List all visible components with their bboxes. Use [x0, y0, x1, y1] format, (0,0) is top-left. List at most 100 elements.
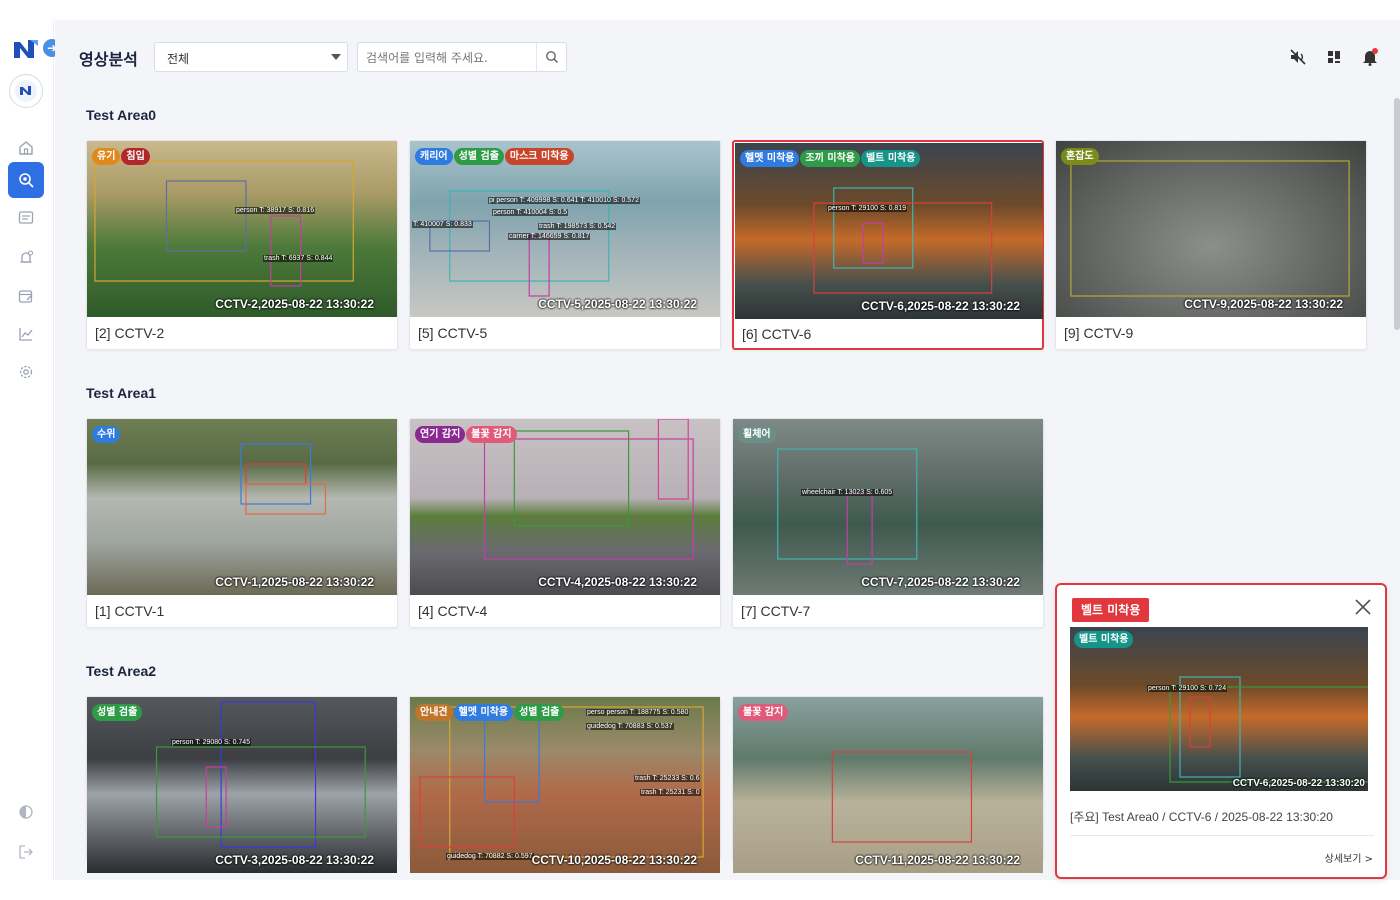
event-tag: 안내견: [415, 704, 453, 721]
area-title: Test Area2: [86, 663, 157, 679]
divider: [1070, 835, 1374, 836]
logo-icon[interactable]: [12, 36, 40, 62]
detection-label: trash T: 198573 S: 0.542: [538, 223, 617, 230]
detection-overlay: [1070, 160, 1350, 297]
camera-timestamp: CCTV-6,2025-08-22 13:30:22: [861, 299, 1020, 313]
detection-box: [513, 430, 630, 527]
nav-logout[interactable]: [8, 834, 44, 870]
camera-label: [5] CCTV-5: [418, 325, 488, 341]
camera-card[interactable]: wheelchair T: 13023 S: 0.605 휠체어 CCTV-7,20…: [732, 418, 1044, 628]
nav-schedule[interactable]: [8, 278, 44, 314]
mute-icon[interactable]: [1288, 47, 1308, 67]
event-tag: 조끼 미착용: [800, 150, 860, 167]
event-tag: 헬멧 미착용: [453, 704, 514, 721]
detection-box: [528, 235, 550, 297]
camera-timestamp: CCTV-7,2025-08-22 13:30:22: [861, 575, 1020, 589]
event-tag: 성별 검출: [514, 704, 565, 721]
settings-icon: [19, 365, 33, 379]
detection-overlay: [155, 701, 366, 848]
camera-card[interactable]: person T: 38917 S: 0.816 trash T: 6937 S:…: [86, 140, 398, 350]
event-tags: 캐리어 성별 검출 마스크 미착용: [415, 148, 575, 167]
event-tag: 불꽃 감지: [466, 426, 517, 443]
nav-chart[interactable]: [8, 316, 44, 352]
top-bar: 영상분석 전체: [55, 20, 1400, 94]
nav-alarm[interactable]: [8, 240, 44, 276]
camera-thumbnail[interactable]: 불꽃 감지 CCTV-11,2025-08-22 13:30:22: [733, 697, 1043, 873]
event-tags: 유기 침입: [92, 148, 151, 167]
detection-overlay: [813, 187, 993, 294]
detection-box: [1169, 686, 1368, 783]
search-input[interactable]: [366, 48, 526, 68]
detection-overlay: [831, 751, 973, 843]
detection-label: trash T: 25233 S: 0.6: [634, 775, 701, 782]
detection-label: guidedog T: 70882 S: 0.597: [446, 853, 534, 860]
detection-label: trash T: 25231 S: 0: [640, 789, 701, 796]
detection-box: [270, 215, 302, 287]
camera-thumbnail[interactable]: perso person T: 188775 S: 0.580 guidedog …: [410, 697, 720, 873]
event-tag: 침입: [121, 148, 150, 165]
camera-card[interactable]: person T: 29080 S: 0.745 성별 검출 CCTV-3,2025…: [86, 696, 398, 873]
camera-timestamp: CCTV-3,2025-08-22 13:30:22: [215, 853, 374, 867]
detection-box: [155, 746, 366, 838]
camera-timestamp: CCTV-9,2025-08-22 13:30:22: [1184, 297, 1343, 311]
event-tags: 안내견 헬멧 미착용 성별 검출: [415, 704, 565, 723]
event-tag: 성별 검출: [453, 148, 504, 165]
detection-box: [657, 419, 689, 500]
list-icon: [18, 211, 34, 224]
nav-list[interactable]: [8, 200, 44, 236]
camera-thumbnail[interactable]: person T: 410004 S: 0.5 pi person T: 4099…: [410, 141, 720, 317]
detection-box: [813, 202, 993, 294]
event-tags: 휠체어: [738, 426, 777, 445]
nav-home[interactable]: [8, 130, 44, 166]
camera-thumbnail[interactable]: 수위 CCTV-1,2025-08-22 13:30:22: [87, 419, 397, 595]
avatar[interactable]: [9, 74, 43, 108]
chevron-down-icon: [331, 54, 341, 60]
alert-thumbnail[interactable]: 벨트 미착용 person T: 29100 S: 0.724 CCTV-6,2…: [1070, 627, 1368, 791]
detection-box: [483, 711, 540, 803]
detection-overlay: [94, 160, 354, 287]
event-tag: 성별 검출: [92, 704, 143, 721]
event-tags: 연기 감지 불꽃 감지: [415, 426, 518, 445]
camera-thumbnail[interactable]: wheelchair T: 13023 S: 0.605 휠체어 CCTV-7,20…: [733, 419, 1043, 595]
detection-label: person T: 29080 S: 0.745: [171, 739, 252, 746]
camera-card[interactable]: 불꽃 감지 CCTV-11,2025-08-22 13:30:22: [732, 696, 1044, 873]
camera-thumbnail[interactable]: 혼잡도 CCTV-9,2025-08-22 13:30:22: [1056, 141, 1366, 317]
camera-thumbnail[interactable]: person T: 29080 S: 0.745 성별 검출 CCTV-3,2025…: [87, 697, 397, 873]
detection-label: trash T: 6937 S: 0.844: [263, 255, 334, 262]
detail-link[interactable]: 상세보기 >: [1325, 850, 1373, 865]
scrollbar-thumb[interactable]: [1394, 98, 1400, 330]
detection-box: [245, 463, 307, 485]
event-tag: 혼잡도: [1061, 148, 1099, 165]
sidebar: ➜: [0, 20, 61, 880]
detection-box: [205, 766, 227, 828]
camera-card[interactable]: 혼잡도 CCTV-9,2025-08-22 13:30:22 [9] CCTV-9: [1055, 140, 1367, 350]
alarm-icon: [20, 250, 34, 263]
grid-icon[interactable]: [1324, 47, 1344, 67]
nav-analysis[interactable]: [8, 162, 44, 198]
camera-thumbnail[interactable]: 연기 감지 불꽃 감지 CCTV-4,2025-08-22 13:30:22: [410, 419, 720, 595]
camera-timestamp: CCTV-2,2025-08-22 13:30:22: [215, 297, 374, 311]
analysis-icon: [19, 173, 34, 188]
camera-card[interactable]: perso person T: 188775 S: 0.580 guidedog …: [409, 696, 721, 873]
nav-settings[interactable]: [8, 354, 44, 390]
camera-card[interactable]: 수위 CCTV-1,2025-08-22 13:30:22 [1] CCTV-1: [86, 418, 398, 628]
detection-overlay: [777, 448, 918, 565]
detection-overlay: [483, 419, 694, 560]
alert-info: [주요] Test Area0 / CCTV-6 / 2025-08-22 13…: [1070, 810, 1333, 824]
camera-thumbnail[interactable]: person T: 29100 S: 0.819 헬멧 미착용 조끼 미착용 벨트 미…: [735, 143, 1043, 319]
detection-label: T: 410007 S: 0.833: [412, 221, 473, 228]
nav-theme[interactable]: [8, 794, 44, 830]
search-button[interactable]: [536, 43, 566, 71]
camera-card[interactable]: person T: 410004 S: 0.5 pi person T: 4099…: [409, 140, 721, 350]
close-icon[interactable]: [1353, 597, 1373, 617]
camera-thumbnail[interactable]: person T: 38917 S: 0.816 trash T: 6937 S:…: [87, 141, 397, 317]
camera-card[interactable]: person T: 29100 S: 0.819 헬멧 미착용 조끼 미착용 벨트 미…: [732, 140, 1044, 350]
event-tag: 벨트 미착용: [1074, 631, 1134, 648]
event-tag: 불꽃 감지: [738, 704, 789, 721]
detection-label: person T: 29100 S: 0.819: [827, 205, 908, 212]
camera-label: [7] CCTV-7: [741, 603, 811, 619]
bell-icon[interactable]: [1360, 47, 1380, 67]
theme-icon: [19, 805, 33, 819]
area-filter-select[interactable]: 전체: [154, 42, 348, 72]
camera-card[interactable]: 연기 감지 불꽃 감지 CCTV-4,2025-08-22 13:30:22 [4] …: [409, 418, 721, 628]
